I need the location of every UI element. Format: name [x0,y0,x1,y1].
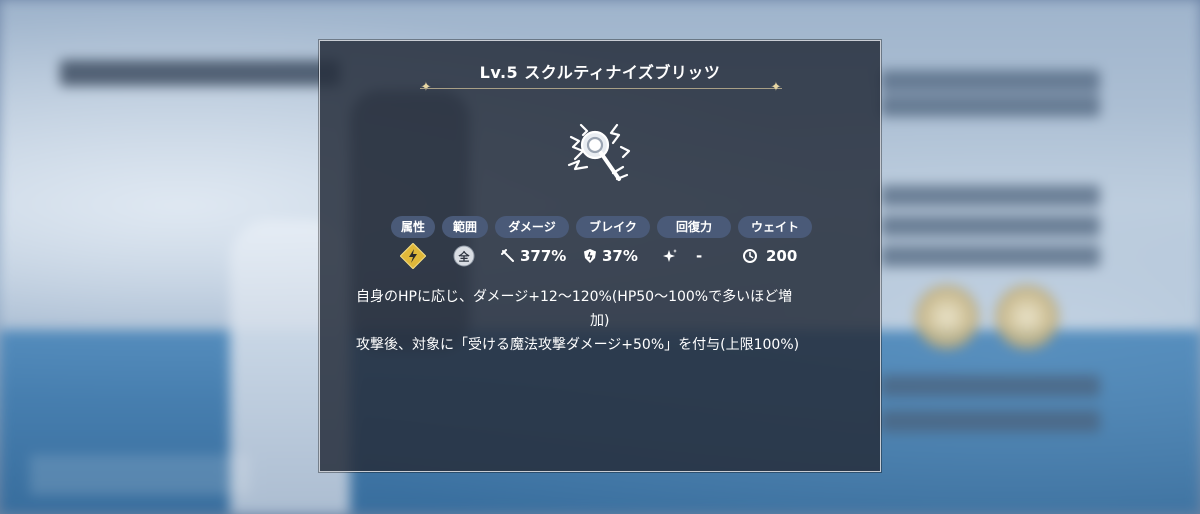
background-panel [880,95,1100,117]
sword-icon [501,249,514,262]
lightning-staff-icon [567,123,631,181]
break-value: 37% [602,247,638,265]
background-panel [880,410,1100,432]
recovery-label: 回復力 [657,216,731,238]
stat-labels-row: 属性 範囲 ダメージ ブレイク 回復力 ウェイト [320,216,880,238]
skill-detail-dialog[interactable]: Lv.5 スクルティナイズブリッツ ✦ ✦ 属性 範囲 ダメージ ブレイク 回復… [319,40,881,472]
description-line: 攻撃後、対象に「受ける魔法攻撃ダメージ+50%」を付与(上限100%) [356,337,800,353]
background-panel [880,375,1100,397]
skill-description: 自身のHPに応じ、ダメージ+12～120%(HP50～100%で多いほど増 加)… [356,285,852,357]
wait-value-group: 200 [742,243,797,269]
attribute-label: 属性 [391,216,435,238]
wait-clock-icon [743,249,757,263]
break-value-group: 37% [582,243,638,269]
range-label: 範囲 [442,216,488,238]
damage-value-group: 377% [500,243,566,269]
recovery-value: - [696,247,703,265]
shield-break-icon [584,249,596,263]
background-panel [880,245,1100,267]
skill-title: Lv.5 スクルティナイズブリッツ [479,63,721,82]
sparkle-heal-icon [663,249,677,262]
wait-label: ウェイト [738,216,812,238]
title-divider [420,88,782,89]
background-orb [995,285,1059,349]
stat-values-row: 全 377% 37% - 200 [320,243,880,269]
description-line: 加) [590,313,610,329]
description-line: 自身のHPに応じ、ダメージ+12～120%(HP50～100%で多いほど増 [356,289,793,305]
background-orb [915,285,979,349]
background-panel [880,185,1100,207]
range-all-icon: 全 [453,245,475,267]
background-header-bar [60,60,340,86]
lightning-element-icon [400,243,426,269]
background-panel [880,70,1100,92]
damage-label: ダメージ [495,216,569,238]
range-value: 全 [458,250,471,264]
wait-value: 200 [766,247,798,265]
recovery-value-group: - [662,243,702,269]
background-text [30,455,250,495]
break-label: ブレイク [576,216,650,238]
background-panel [880,215,1100,237]
sparkle-ornament-icon: ✦ [770,80,782,95]
damage-value: 377% [520,247,567,265]
